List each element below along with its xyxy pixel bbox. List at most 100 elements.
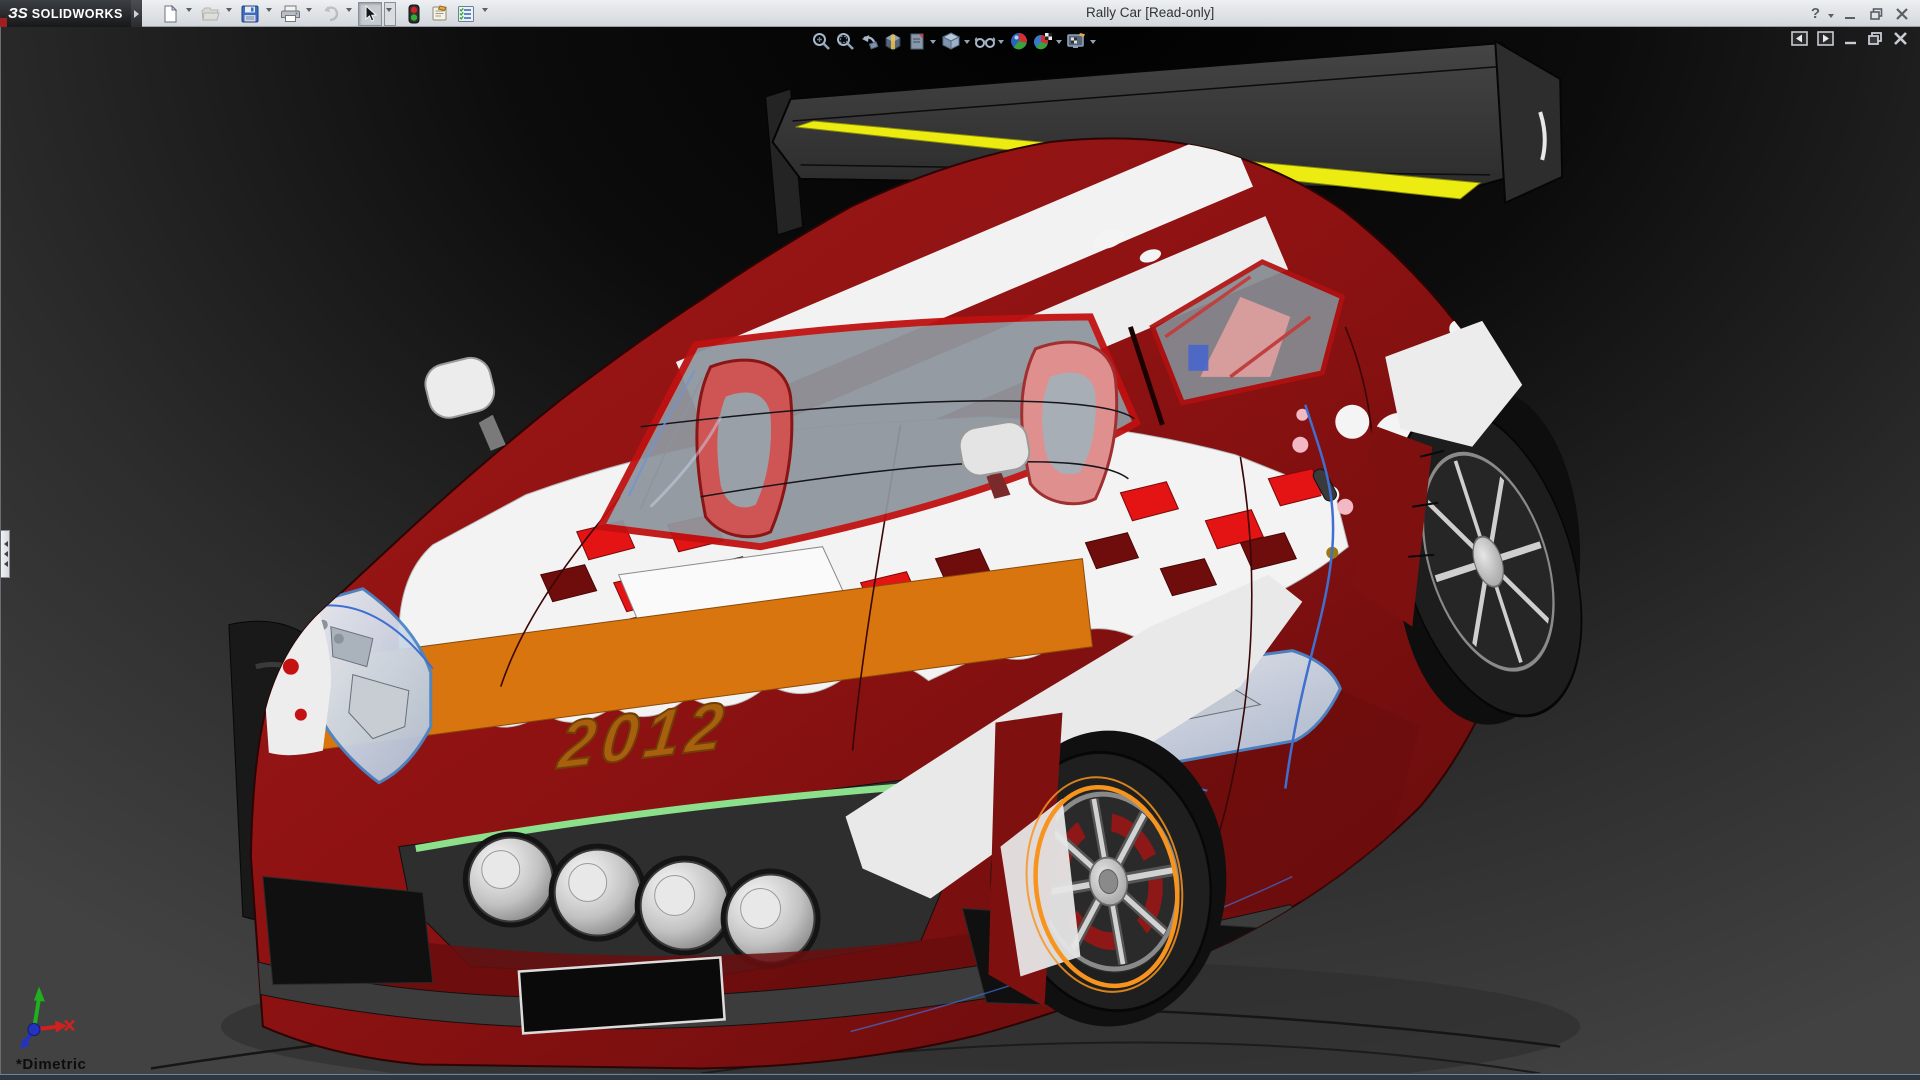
apply-scene-icon bbox=[1032, 31, 1054, 51]
window-title: Rally Car [Read-only] bbox=[1086, 5, 1214, 20]
apply-scene-button[interactable] bbox=[1031, 29, 1054, 52]
flyout-arrow-icon bbox=[1, 551, 8, 557]
heads-up-view-toolbar bbox=[809, 29, 1098, 52]
hide-show-items-button[interactable] bbox=[973, 29, 996, 52]
select-dropdown[interactable] bbox=[384, 2, 396, 26]
zoom-to-fit-icon bbox=[811, 31, 831, 51]
undo-dropdown[interactable] bbox=[344, 2, 356, 26]
help-button[interactable]: ? bbox=[1809, 5, 1822, 22]
minimize-document-button[interactable] bbox=[1843, 31, 1858, 46]
options-button[interactable] bbox=[454, 2, 478, 26]
rebuild-traffic-light-icon bbox=[408, 4, 420, 24]
solidworks-logo: ЗS SOLIDWORKS bbox=[0, 0, 131, 27]
view-settings-button[interactable] bbox=[1065, 29, 1088, 52]
mirror-left[interactable] bbox=[421, 354, 506, 451]
open-icon bbox=[201, 5, 220, 23]
pane-right-icon bbox=[1817, 31, 1834, 46]
save-dropdown[interactable] bbox=[264, 2, 276, 26]
dropdown-caret-icon bbox=[482, 8, 488, 15]
dropdown-caret-icon bbox=[306, 8, 312, 15]
graphics-area[interactable]: 2012 bbox=[1, 27, 1920, 1073]
pane-left-icon bbox=[1791, 31, 1808, 46]
restore-button[interactable] bbox=[1866, 4, 1886, 24]
open-dropdown[interactable] bbox=[224, 2, 236, 26]
select-cursor-icon bbox=[362, 5, 378, 23]
apply-scene-dropdown[interactable] bbox=[1056, 40, 1062, 47]
print-icon bbox=[281, 5, 300, 23]
minimize-button[interactable] bbox=[1840, 4, 1860, 24]
edit-appearance-icon bbox=[1009, 31, 1029, 51]
license-plate bbox=[519, 957, 725, 1033]
new-document-dropdown[interactable] bbox=[184, 2, 196, 26]
bumper-mesh-left bbox=[263, 877, 433, 985]
edit-appearance-button[interactable] bbox=[1007, 29, 1030, 52]
close-document-icon bbox=[1893, 31, 1908, 46]
display-style-dropdown[interactable] bbox=[930, 40, 936, 47]
save-button[interactable] bbox=[238, 2, 262, 26]
section-view-icon bbox=[883, 31, 903, 51]
hide-show-items-dropdown[interactable] bbox=[998, 40, 1004, 47]
reference-triad bbox=[20, 986, 74, 1049]
expander-arrow-icon bbox=[134, 10, 143, 18]
help-dropdown[interactable] bbox=[1828, 14, 1834, 21]
taskbar-edge bbox=[0, 1074, 1920, 1080]
orientation-label: *Dimetric bbox=[16, 1056, 86, 1073]
view-settings-dropdown[interactable] bbox=[1090, 40, 1096, 47]
window-controls: ? bbox=[1809, 0, 1912, 27]
open-button[interactable] bbox=[198, 2, 222, 26]
flyout-arrow-icon bbox=[1, 541, 8, 547]
minimize-icon bbox=[1843, 7, 1857, 21]
file-properties-button[interactable] bbox=[428, 2, 452, 26]
previous-view-icon bbox=[859, 31, 879, 51]
close-icon bbox=[1895, 7, 1909, 21]
dropdown-caret-icon bbox=[186, 8, 192, 15]
pane-left-button[interactable] bbox=[1791, 31, 1808, 46]
minimize-document-icon bbox=[1843, 31, 1858, 46]
previous-view-button[interactable] bbox=[857, 29, 880, 52]
restore-document-icon bbox=[1867, 31, 1884, 46]
print-dropdown[interactable] bbox=[304, 2, 316, 26]
dropdown-caret-icon bbox=[266, 8, 272, 15]
graphics-viewport[interactable]: 2012 bbox=[0, 27, 1920, 1074]
new-document-icon bbox=[161, 5, 179, 23]
racing-seat-right bbox=[1022, 342, 1117, 504]
ds-logo-mark: ЗS bbox=[8, 5, 28, 22]
restore-document-button[interactable] bbox=[1867, 31, 1884, 46]
new-document-button[interactable] bbox=[158, 2, 182, 26]
zoom-to-area-icon bbox=[835, 31, 855, 51]
logo-red-accent bbox=[0, 18, 7, 27]
zoom-to-area-button[interactable] bbox=[833, 29, 856, 52]
options-dropdown[interactable] bbox=[480, 2, 492, 26]
solidworks-logo-text: SOLIDWORKS bbox=[32, 7, 123, 21]
dropdown-caret-icon bbox=[386, 8, 392, 15]
restore-icon bbox=[1869, 7, 1884, 21]
undo-button[interactable] bbox=[318, 2, 342, 26]
view-orientation-icon bbox=[941, 31, 961, 51]
view-orientation-dropdown[interactable] bbox=[964, 40, 970, 47]
menu-expander-button[interactable] bbox=[131, 0, 142, 27]
view-settings-icon bbox=[1066, 31, 1088, 51]
main-toolbar bbox=[158, 0, 492, 27]
options-icon bbox=[457, 5, 476, 23]
dropdown-caret-icon bbox=[226, 8, 232, 15]
display-style-icon bbox=[907, 31, 927, 51]
close-document-button[interactable] bbox=[1893, 31, 1908, 46]
rebuild-button[interactable] bbox=[402, 2, 426, 26]
feature-tree-flyout-tab[interactable] bbox=[1, 530, 10, 578]
wing-endplate bbox=[1495, 41, 1562, 203]
print-button[interactable] bbox=[278, 2, 302, 26]
undo-icon bbox=[320, 5, 340, 23]
pane-right-button[interactable] bbox=[1817, 31, 1834, 46]
save-icon bbox=[241, 5, 259, 23]
racing-seat-left bbox=[697, 360, 792, 537]
dropdown-caret-icon bbox=[346, 8, 352, 15]
select-button[interactable] bbox=[358, 2, 382, 26]
file-properties-icon bbox=[430, 4, 450, 23]
document-window-controls bbox=[1791, 31, 1908, 46]
zoom-to-fit-button[interactable] bbox=[809, 29, 832, 52]
close-button[interactable] bbox=[1892, 4, 1912, 24]
view-orientation-button[interactable] bbox=[939, 29, 962, 52]
section-view-button[interactable] bbox=[881, 29, 904, 52]
display-style-button[interactable] bbox=[905, 29, 928, 52]
hide-show-items-icon bbox=[974, 31, 996, 51]
